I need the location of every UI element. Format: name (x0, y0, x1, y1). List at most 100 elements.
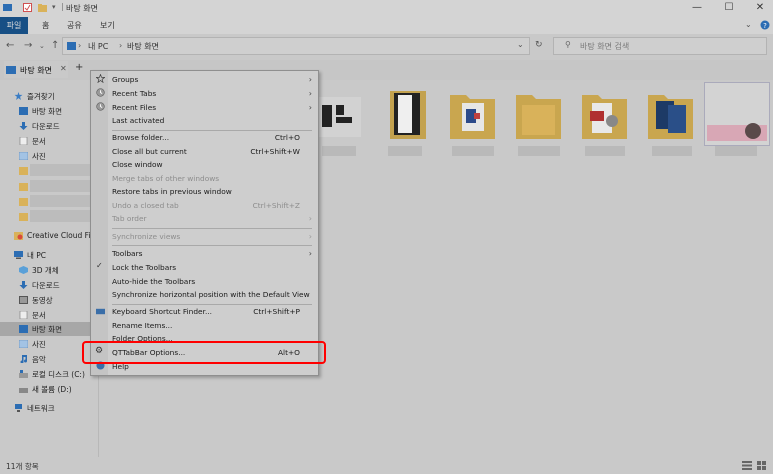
network-icon (15, 404, 22, 412)
file-thumbnail[interactable] (516, 85, 561, 145)
nav-quick-desktop[interactable]: 바탕 화면 (0, 104, 98, 118)
submenu-arrow-icon: › (308, 89, 312, 98)
file-thumbnail[interactable] (648, 85, 693, 145)
ribbon-tab-view[interactable]: 보기 (100, 17, 115, 34)
title-bar: ▾ | 바탕 화면 — ☐ ✕ (0, 0, 773, 17)
help-icon[interactable]: ? (760, 20, 770, 30)
nav-quick-downloads[interactable]: 다운로드 (0, 119, 98, 133)
menu-item-tab-order: Tab order (112, 214, 147, 223)
search-placeholder: 바탕 화면 검색 (580, 42, 630, 51)
menu-item-recent-files[interactable]: Recent Files (112, 101, 156, 114)
minimize-button[interactable]: — (682, 0, 712, 16)
customize-toolbar-icon[interactable]: ▾ (52, 3, 56, 11)
menu-item-close-all-but-current[interactable]: Close all but current (112, 145, 187, 158)
menu-item-rename-items[interactable]: Rename Items... (112, 319, 172, 332)
back-icon[interactable]: ← (6, 40, 14, 51)
menu-item-groups[interactable]: Groups (112, 73, 138, 86)
item-count: 11개 항목 (6, 462, 39, 471)
properties-icon[interactable] (23, 3, 32, 12)
new-folder-icon[interactable] (38, 3, 47, 12)
file-thumbnail[interactable] (384, 85, 429, 145)
nav-quick-pictures[interactable]: 사진 (0, 149, 98, 163)
blurred-folder-name[interactable] (30, 195, 92, 207)
title-divider: | (61, 2, 64, 11)
nav-documents[interactable]: 문서 (0, 308, 98, 322)
download-icon (19, 122, 28, 130)
document-icon (19, 311, 28, 319)
nav-quick-documents[interactable]: 문서 (0, 134, 98, 148)
tab-close-icon[interactable]: ✕ (60, 64, 67, 73)
tab-label: 바탕 화면 (20, 66, 52, 75)
submenu-arrow-icon: › (308, 75, 312, 84)
nav-creative-cloud[interactable]: Creative Cloud File (0, 229, 98, 243)
text-image-thumbnail (316, 97, 361, 137)
nav-videos[interactable]: 동영상 (0, 293, 98, 307)
nav-3d-objects[interactable]: 3D 개체 (0, 263, 98, 277)
menu-item-merge-tabs: Merge tabs of other windows (112, 174, 220, 183)
nav-network[interactable]: 네트워크 (0, 401, 98, 415)
star-icon (96, 74, 105, 83)
menu-item-synchronize-views: Synchronize views (112, 232, 181, 241)
menu-item-sync-horizontal-position[interactable]: Synchronize horizontal position with the… (112, 288, 310, 301)
address-bar[interactable]: › 내 PC › 바탕 화면 ⌄ (62, 37, 530, 55)
ribbon-tab-home[interactable]: 홈 (42, 17, 49, 34)
menu-item-auto-hide-toolbars[interactable]: Auto-hide the Toolbars (112, 275, 195, 288)
nav-volume-d[interactable]: 새 볼륨 (D:) (0, 382, 98, 396)
menu-item-restore-tabs[interactable]: Restore tabs in previous window (112, 185, 232, 198)
expand-ribbon-icon[interactable]: ⌄ (745, 20, 752, 29)
details-view-icon[interactable] (742, 461, 752, 470)
menu-item-undo-closed-tab: Undo a closed tab (112, 201, 179, 210)
folder-icon (19, 167, 28, 175)
nav-local-disk-c[interactable]: 로컬 디스크 (C:) (0, 367, 98, 381)
menu-item-close-window[interactable]: Close window (112, 158, 163, 171)
ribbon-tab-file[interactable]: 파일 (0, 17, 28, 34)
desktop-icon (19, 325, 28, 333)
ribbon-tab-share[interactable]: 공유 (67, 17, 82, 34)
large-icons-view-icon[interactable] (757, 461, 766, 470)
blurred-folder-name[interactable] (30, 210, 92, 222)
selected-image-thumbnail[interactable] (704, 82, 770, 146)
nav-this-pc[interactable]: 내 PC (0, 248, 98, 262)
document-icon (19, 137, 28, 145)
path-separator-icon: › (119, 41, 123, 50)
close-button[interactable]: ✕ (745, 0, 773, 16)
new-tab-button[interactable]: + (75, 62, 83, 73)
recent-locations-icon[interactable]: ⌄ (39, 42, 45, 50)
pictures-icon (19, 152, 28, 160)
nav-downloads[interactable]: 다운로드 (0, 278, 98, 292)
blurred-folder-name[interactable] (30, 164, 92, 176)
up-icon[interactable]: ↑ (51, 40, 59, 51)
shortcut-label: Ctrl+Shift+W (250, 147, 300, 156)
search-box[interactable]: ⚲ 바탕 화면 검색 (553, 37, 767, 55)
nav-desktop[interactable]: 바탕 화면 (0, 322, 98, 336)
blurred-folder-name[interactable] (30, 180, 92, 192)
desktop-icon (6, 66, 16, 74)
folder-icon (19, 213, 28, 221)
breadcrumb-this-pc[interactable]: 내 PC (88, 41, 108, 52)
address-history-icon[interactable]: ⌄ (517, 40, 524, 49)
submenu-arrow-icon: › (308, 249, 312, 258)
file-thumbnail[interactable] (316, 85, 361, 145)
menu-separator (112, 245, 312, 246)
folder-icon (19, 183, 28, 191)
forward-icon[interactable]: → (24, 40, 32, 51)
folder-thumbnail (450, 95, 495, 139)
menu-item-last-activated[interactable]: Last activated (112, 114, 164, 127)
tab-desktop[interactable]: 바탕 화면 ✕ (4, 61, 68, 78)
file-thumbnail[interactable] (450, 85, 495, 145)
file-thumbnail[interactable] (582, 85, 627, 145)
refresh-icon[interactable]: ↻ (535, 40, 543, 50)
menu-item-lock-toolbars[interactable]: Lock the Toolbars (112, 261, 176, 274)
maximize-button[interactable]: ☐ (714, 0, 744, 16)
shortcut-label: Ctrl+Shift+Z (252, 201, 300, 210)
menu-item-recent-tabs[interactable]: Recent Tabs (112, 87, 156, 100)
menu-item-toolbars[interactable]: Toolbars (112, 247, 142, 260)
file-name-blurred (518, 146, 560, 156)
windows-drive-icon (19, 370, 28, 378)
menu-item-browse-folder[interactable]: Browse folder... (112, 131, 169, 144)
pictures-icon (19, 340, 28, 348)
menu-item-keyboard-shortcut-finder[interactable]: Keyboard Shortcut Finder... (112, 305, 212, 318)
breadcrumb-desktop[interactable]: 바탕 화면 (127, 41, 159, 52)
star-icon (14, 92, 23, 100)
nav-quick-access[interactable]: 즐겨찾기 (0, 89, 98, 103)
